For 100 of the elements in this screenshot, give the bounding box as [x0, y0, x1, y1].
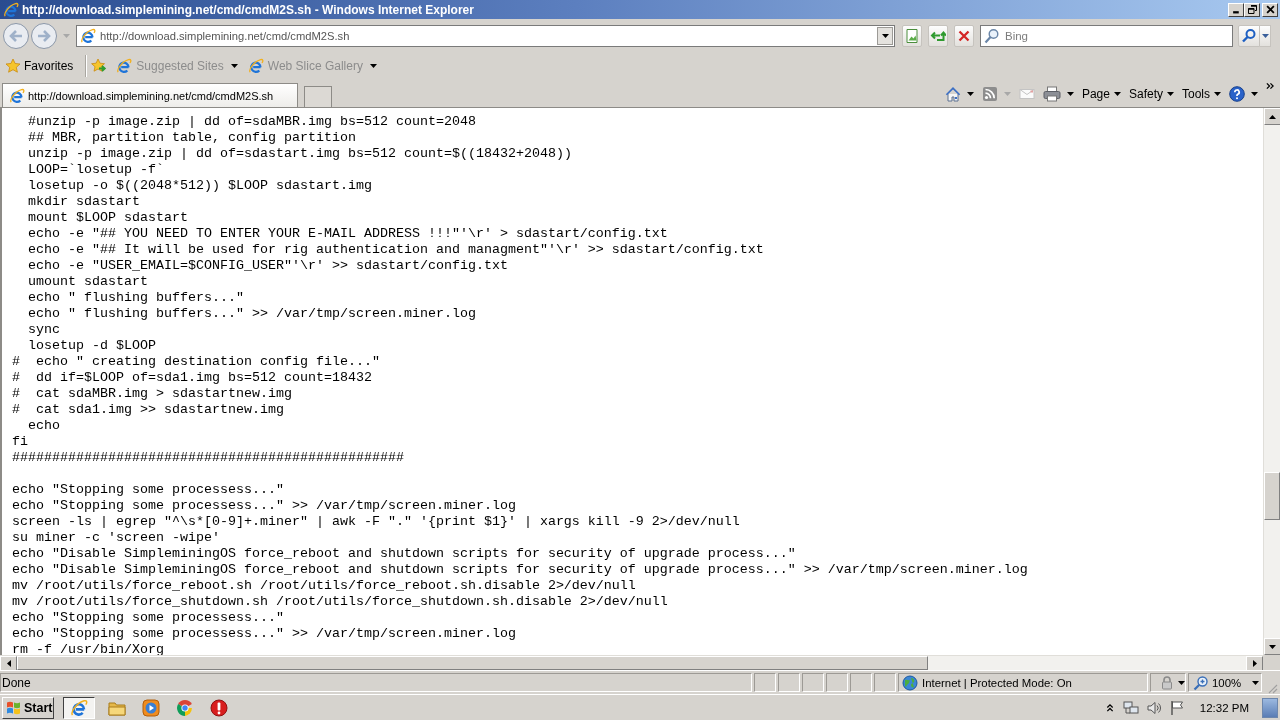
code-line: echo "Disable SimpleminingOS force_reboot and shutdown scripts for security of upgrade process..." >> /var/tmp/screen.miner.log: [12, 562, 1028, 577]
code-line: mkdir sdastart: [28, 194, 140, 209]
browser-icon: [3, 1, 19, 18]
globe-icon: [902, 674, 918, 691]
code-line: # cat sdaMBR.img > sdastartnew.img: [12, 386, 292, 401]
lock-icon: [1159, 674, 1175, 691]
right-arrow-icon: [1252, 660, 1257, 667]
chevron-up-icon: [1105, 703, 1114, 712]
taskbar-button[interactable]: [207, 696, 231, 719]
help-button[interactable]: [1227, 84, 1260, 103]
play-icon: [142, 698, 160, 717]
address-dropdown-button[interactable]: [877, 26, 893, 45]
caret-icon: [966, 91, 974, 96]
browser-tab[interactable]: http://download.simplemining.net/cmd/cmdM2S.sh: [2, 83, 298, 107]
code-line: echo " flushing buffers..." >> /var/tmp/screen.miner.log: [28, 306, 476, 321]
favorites-button[interactable]: Favorites: [4, 56, 75, 76]
security-button[interactable]: [1150, 673, 1186, 692]
start-button[interactable]: Start: [2, 696, 54, 719]
close-button[interactable]: [1262, 2, 1278, 17]
circle-logo-icon: [176, 698, 194, 717]
command-menu[interactable]: Page: [1079, 84, 1123, 103]
status-pane: [826, 673, 848, 692]
home-icon: [944, 85, 961, 102]
code-line: ## MBR, partition table, config partition: [28, 130, 356, 145]
code-line: echo " flushing buffers...": [28, 290, 244, 305]
status-text: Done: [2, 675, 31, 690]
caret-icon: [1252, 680, 1260, 685]
caret-icon: [1214, 91, 1221, 96]
status-pane: [778, 673, 800, 692]
code-line: echo "Disable SimpleminingOS force_reboot and shutdown scripts for security of upgrade process...": [12, 546, 796, 561]
browser-icon: [80, 27, 96, 44]
code-line: LOOP=`losetup -f`: [28, 162, 164, 177]
print-button[interactable]: [1040, 83, 1076, 104]
code-line: rm -f /usr/bin/Xorg: [12, 642, 164, 655]
code-line: #################################################: [12, 450, 404, 465]
browser-icon: [70, 698, 88, 717]
taskbar-button[interactable]: [63, 696, 95, 719]
scroll-thumb[interactable]: [1264, 472, 1280, 520]
caret-icon: [230, 64, 238, 68]
scroll-down-button[interactable]: [1264, 638, 1280, 655]
code-line: # cat sda1.img >> sdastartnew.img: [12, 402, 284, 417]
code-line: echo -e "## It will be used for rig authentication and managment"'\r' >> sdastart/config.txt: [28, 242, 764, 257]
resize-grip-icon: [1266, 682, 1278, 694]
restore-icon: [1247, 5, 1257, 14]
command-menu[interactable]: Safety: [1126, 84, 1176, 103]
status-pane: [850, 673, 872, 692]
compatibility-button[interactable]: [902, 24, 922, 47]
caret-icon: [881, 33, 889, 38]
search-options-button[interactable]: [1260, 24, 1271, 47]
feed-icon: [981, 85, 998, 102]
caret-icon: [1003, 91, 1011, 96]
minimize-button[interactable]: [1228, 2, 1244, 17]
left-arrow-icon: [6, 660, 11, 667]
search-field[interactable]: Bing: [980, 24, 1233, 47]
security-zone-text: Internet | Protected Mode: On: [922, 676, 1072, 689]
down-arrow-icon: [1269, 644, 1276, 649]
speaker-icon: [1145, 699, 1162, 716]
code-line: sync: [28, 322, 60, 337]
code-line: fi: [12, 434, 28, 449]
address-field[interactable]: http://download.simplemining.net/cmd/cmdM2S.sh: [76, 24, 895, 47]
code-line: mv /root/utils/force_shutdown.sh /root/utils/force_shutdown.sh.disable 2>/dev/null: [12, 594, 668, 609]
code-line: losetup -o $((2048*512)) $LOOP sdastart.img: [28, 178, 372, 193]
search-button[interactable]: [1238, 24, 1260, 47]
star-icon: [5, 58, 21, 74]
stop-button[interactable]: [954, 24, 974, 47]
code-line: echo "Stopping some processess..." >> /var/tmp/screen.miner.log: [12, 626, 516, 641]
caret-icon: [1178, 680, 1185, 685]
vertical-scrollbar[interactable]: [1263, 108, 1280, 655]
zoom-icon: [1193, 674, 1209, 691]
help-icon: [1229, 85, 1245, 102]
horizontal-scrollbar[interactable]: [0, 655, 1263, 670]
code-line: # dd if=$LOOP of=sda1.img bs=512 count=18432: [12, 370, 372, 385]
printer-icon: [1042, 84, 1061, 103]
double-chevron-icon: [1266, 81, 1274, 90]
scroll-thumb[interactable]: [17, 656, 928, 670]
caret-icon: [1261, 33, 1269, 38]
restore-button[interactable]: [1244, 2, 1260, 17]
code-line: echo "Stopping some processess...": [12, 482, 284, 497]
code-line: echo "Stopping some processess..." >> /var/tmp/screen.miner.log: [12, 498, 516, 513]
code-line: echo -e "USER_EMAIL=$CONFIG_USER"'\r' >> sdastart/config.txt: [28, 258, 508, 273]
zoom-button[interactable]: 100%: [1188, 673, 1262, 692]
status-pane: [802, 673, 824, 692]
caret-icon: [1251, 91, 1258, 96]
code-line: losetup -d $LOOP: [28, 338, 156, 353]
caret-icon: [62, 33, 70, 38]
code-line: #unzip -p image.zip | dd of=sdaMBR.img bs=512 count=2048: [28, 114, 476, 129]
browser-icon: [116, 58, 133, 74]
code-line: unzip -p image.zip | dd of=sdastart.img bs=512 count=$((18432+2048)): [28, 146, 572, 161]
code-line: echo: [28, 418, 60, 433]
caret-icon: [1113, 91, 1121, 96]
code-line: mount $LOOP sdastart: [28, 210, 188, 225]
scroll-up-button[interactable]: [1264, 108, 1280, 125]
browser-icon: [9, 87, 25, 104]
refresh-button[interactable]: [928, 24, 948, 47]
show-desktop-button[interactable]: [1262, 697, 1278, 718]
caret-icon: [1066, 91, 1074, 96]
command-menu[interactable]: Tools: [1180, 84, 1223, 103]
code-line: screen -ls | egrep "^\s*[0-9]+.miner" | awk -F "." '{print $1}' | xargs kill -9 2>/dev/null: [12, 514, 740, 529]
alert-icon: [210, 698, 228, 717]
network-icon: [1122, 699, 1139, 716]
